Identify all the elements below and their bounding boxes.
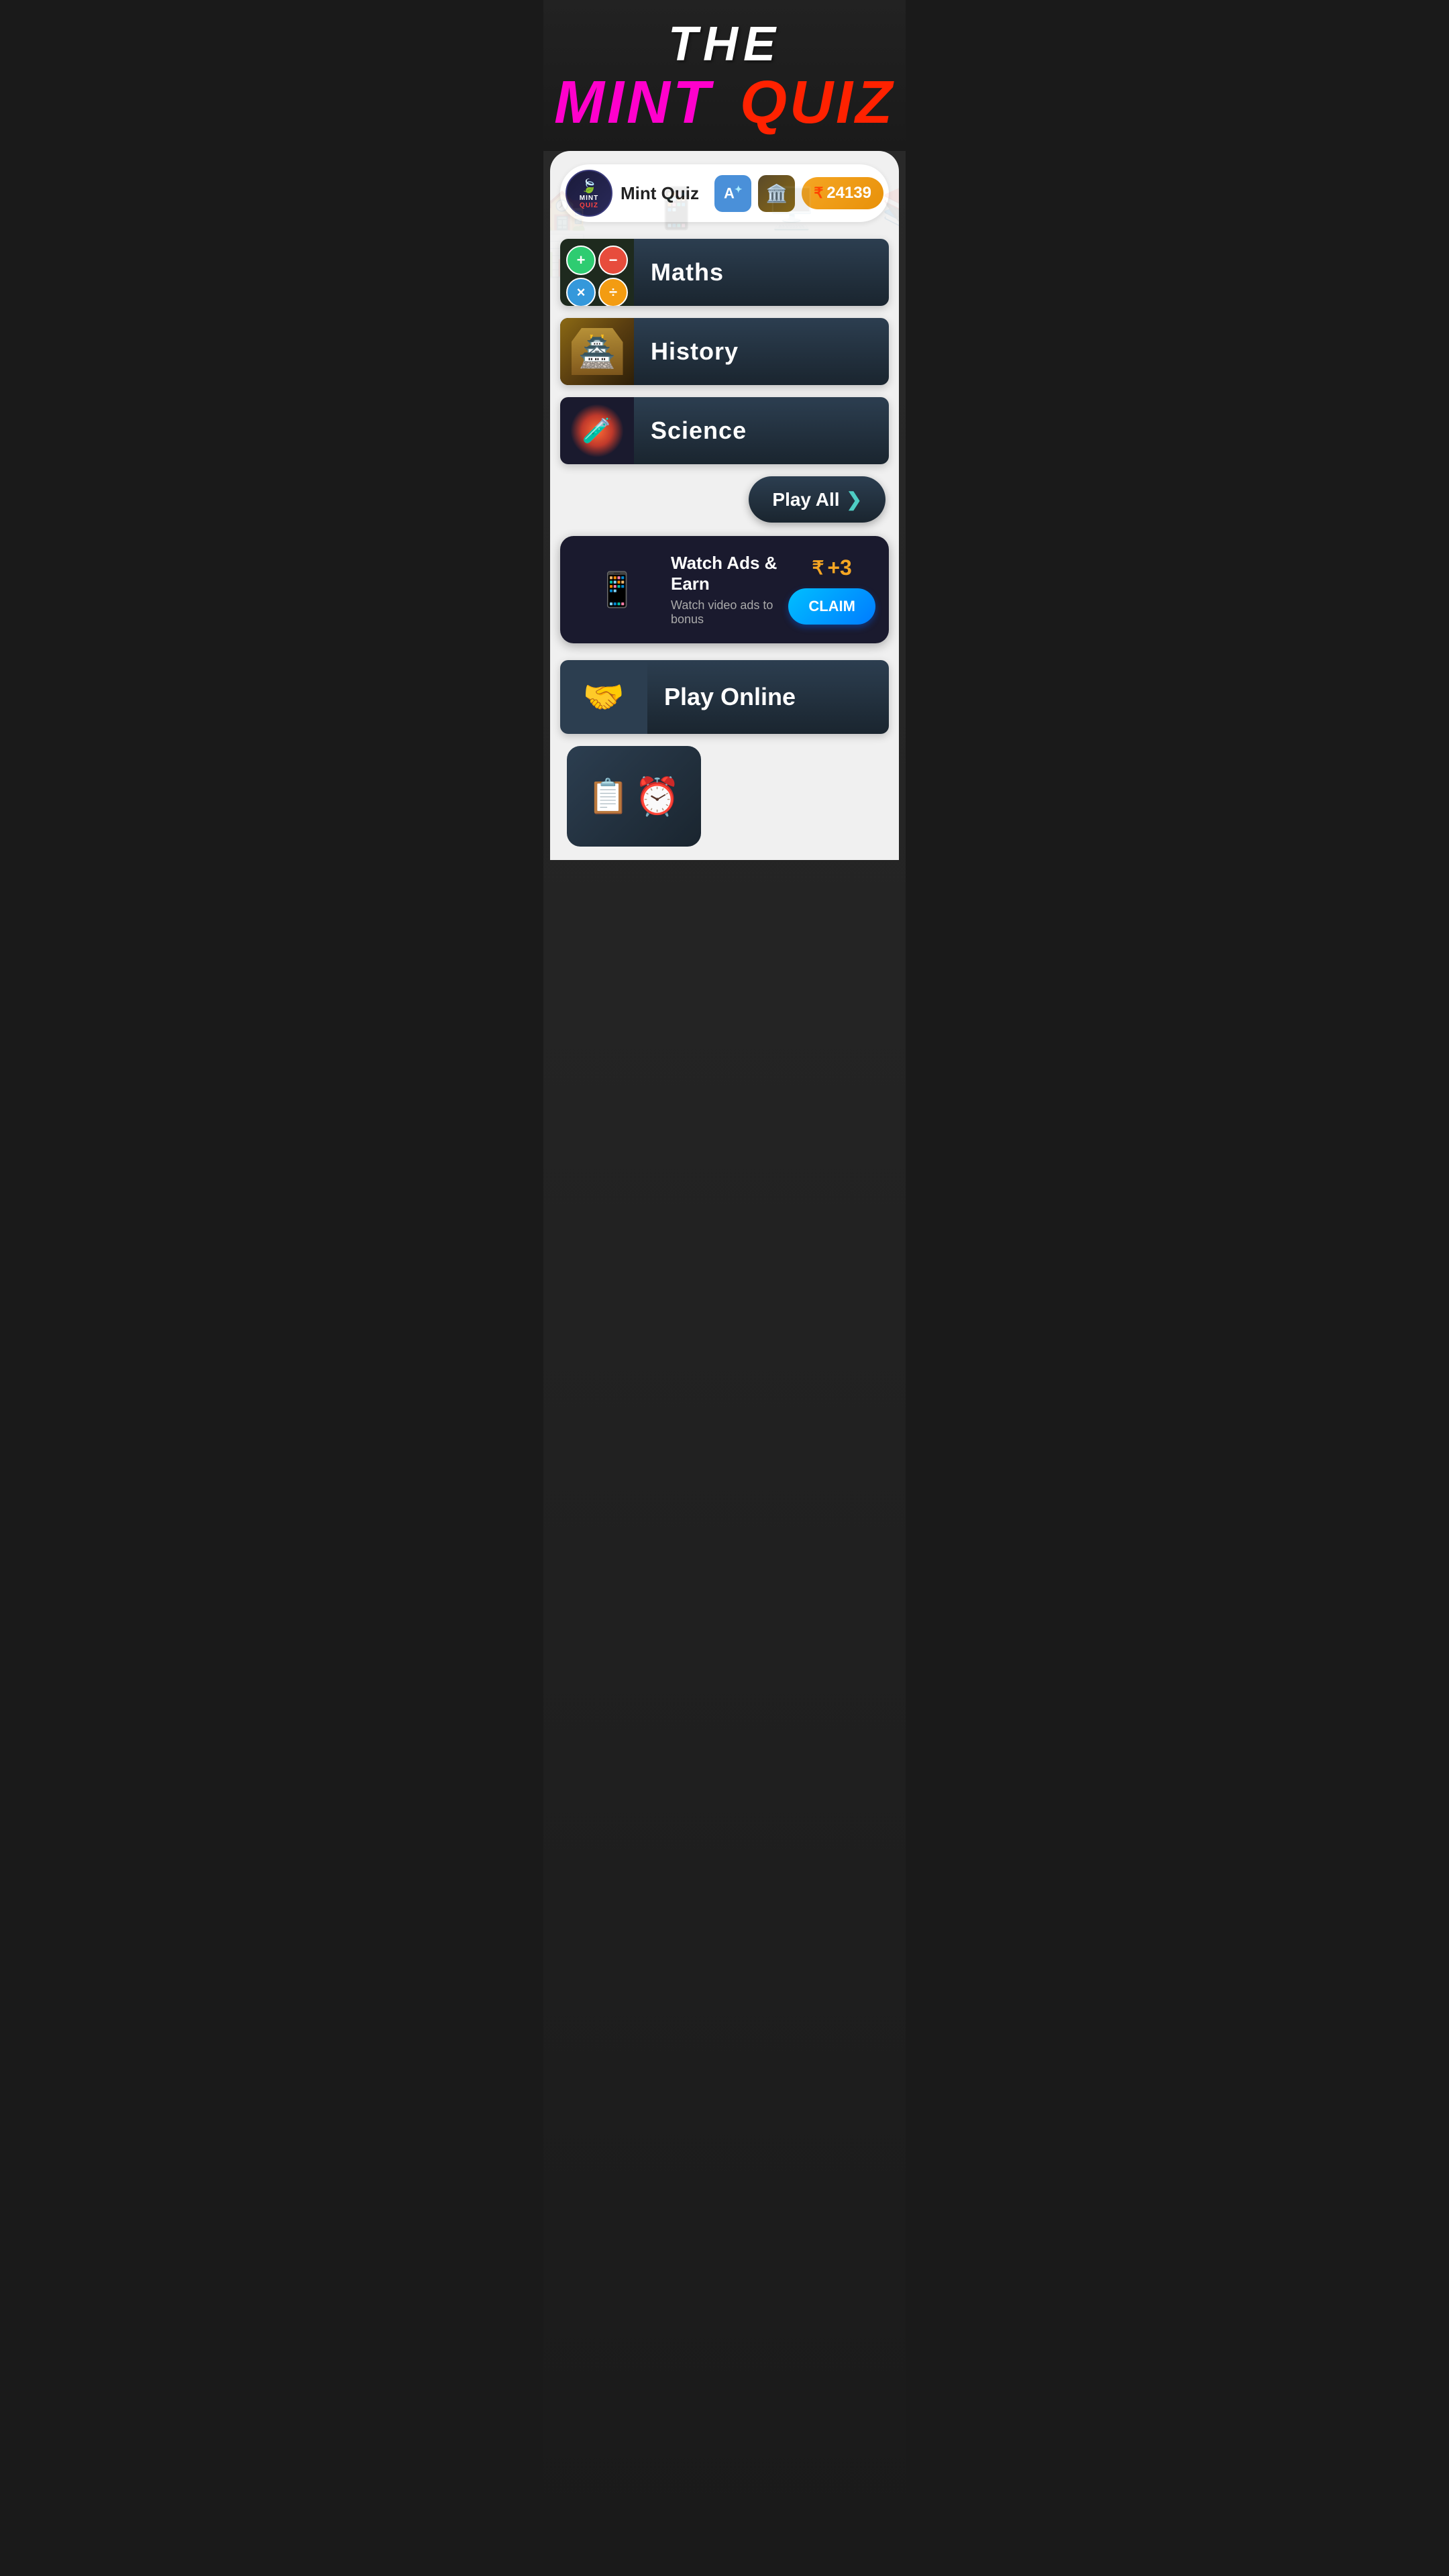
bottom-illustration: 📋 ⏰: [581, 768, 688, 825]
history-image: 🏯: [560, 318, 634, 385]
logo-leaf-icon: 🍃: [581, 178, 598, 195]
play-all-arrow-icon: ❯: [847, 488, 862, 511]
header-mint: MINT: [554, 72, 712, 133]
ads-banner: 📱 Watch Ads & Earn Watch video ads to bo…: [560, 536, 889, 643]
history-label-container: History: [634, 318, 889, 385]
play-online-icon: 🤝: [583, 678, 625, 717]
play-all-button[interactable]: Play All ❯: [749, 476, 885, 523]
ads-person-icon: 📱: [596, 570, 638, 610]
top-bar-icons: A✦ 🏛️ ₹ 24139: [714, 175, 883, 212]
science-circle: 🧪: [570, 404, 624, 458]
phone-container: THE MINT QUIZ 🍃 MINT QUIZ Mint Quiz A✦: [543, 0, 906, 2576]
exam-icon: 📋: [588, 777, 629, 816]
science-label-text: Science: [651, 417, 747, 445]
plus-symbol: +: [566, 246, 596, 275]
divide-symbol: ÷: [598, 278, 628, 306]
play-all-label: Play All: [772, 489, 839, 511]
play-online-text: Play Online: [664, 683, 796, 711]
coins-value: 24139: [826, 184, 871, 203]
main-card: 🍃 MINT QUIZ Mint Quiz A✦ 🏛️ ₹ 24139: [550, 151, 899, 860]
ads-illustration: 📱: [574, 556, 661, 623]
history-category[interactable]: 🏯 History: [560, 318, 889, 385]
ads-right: ₹ +3 CLAIM: [788, 555, 875, 625]
header-the: THE: [557, 20, 892, 68]
app-logo[interactable]: 🍃 MINT QUIZ: [566, 170, 612, 217]
translate-icon: A✦: [724, 184, 743, 202]
play-online-item[interactable]: 🤝 Play Online: [560, 660, 889, 734]
logo-mint-text: MINT: [580, 195, 598, 202]
multiply-symbol: ×: [566, 278, 596, 306]
store-button[interactable]: 🏛️: [758, 175, 795, 212]
top-bar: 🍃 MINT QUIZ Mint Quiz A✦ 🏛️ ₹ 24139: [560, 164, 889, 222]
ads-subtitle: Watch video ads to bonus: [671, 598, 778, 627]
bottom-partial-section: 📋 ⏰: [560, 746, 889, 847]
ads-title: Watch Ads & Earn: [671, 553, 778, 594]
ads-reward: ₹ +3: [812, 555, 852, 580]
clock-icon: ⏰: [635, 775, 680, 818]
history-thumb: 🏯: [560, 318, 634, 385]
logo-quiz-text: QUIZ: [580, 202, 598, 209]
science-thumb: 🧪: [560, 397, 634, 464]
reward-amount: +3: [827, 555, 851, 580]
play-online-thumb: 🤝: [560, 660, 647, 734]
bottom-partial-thumb[interactable]: 📋 ⏰: [567, 746, 701, 847]
ads-content: Watch Ads & Earn Watch video ads to bonu…: [671, 553, 778, 627]
app-name-label: Mint Quiz: [621, 183, 706, 204]
translate-button[interactable]: A✦: [714, 175, 751, 212]
rupee-icon: ₹: [814, 184, 823, 202]
history-icon: 🏯: [578, 334, 616, 370]
header-space: [718, 68, 735, 138]
maths-thumb: + − × ÷: [560, 239, 634, 306]
history-label-text: History: [651, 337, 739, 366]
claim-button[interactable]: CLAIM: [788, 588, 875, 625]
minus-symbol: −: [598, 246, 628, 275]
play-online-label-container: Play Online: [647, 660, 889, 734]
store-icon: 🏛️: [766, 183, 788, 204]
app-header: THE MINT QUIZ: [543, 0, 906, 151]
coins-badge: ₹ 24139: [802, 177, 883, 209]
maths-label-container: Maths: [634, 239, 889, 306]
header-quiz: QUIZ: [740, 72, 895, 133]
play-all-container: Play All ❯: [560, 476, 889, 523]
science-label-container: Science: [634, 397, 889, 464]
header-bottom-line: MINT QUIZ: [557, 68, 892, 138]
science-category[interactable]: 🧪 Science: [560, 397, 889, 464]
science-image: 🧪: [560, 397, 634, 464]
maths-category[interactable]: + − × ÷ Maths: [560, 239, 889, 306]
science-icon: 🧪: [582, 417, 612, 445]
reward-rupee-icon: ₹: [812, 557, 824, 579]
maths-label-text: Maths: [651, 258, 724, 286]
